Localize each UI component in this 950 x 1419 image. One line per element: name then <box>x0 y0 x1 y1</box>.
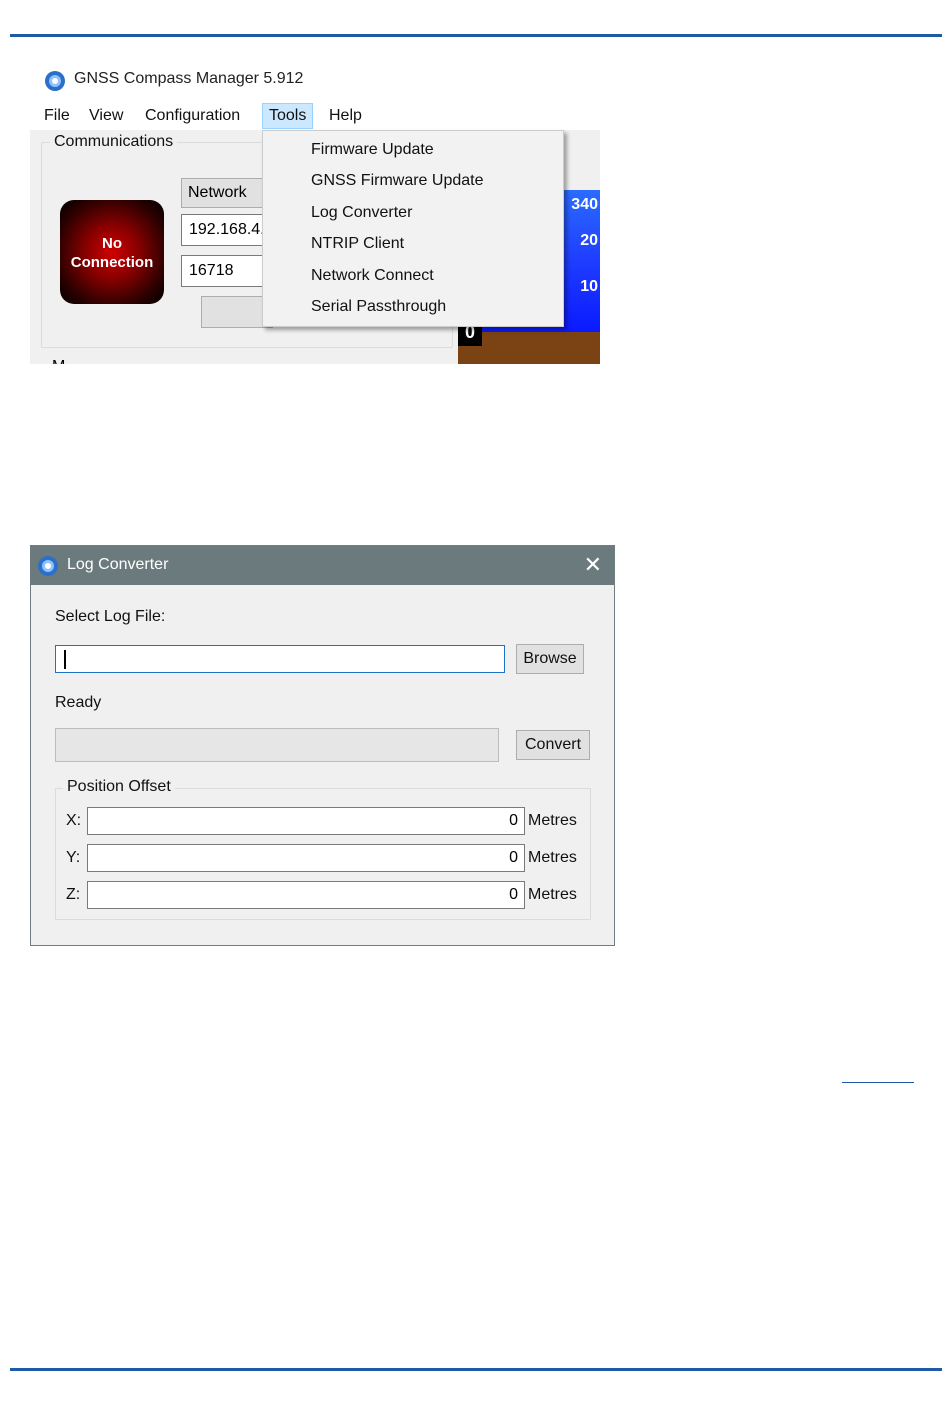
offset-z-field[interactable]: 0 <box>87 881 525 909</box>
menu-item-gnss-firmware-update[interactable]: GNSS Firmware Update <box>311 167 484 195</box>
gauge-tick: 340 <box>571 196 598 213</box>
offset-x-field[interactable]: 0 <box>87 807 525 835</box>
menu-item-serial-passthrough[interactable]: Serial Passthrough <box>311 293 446 321</box>
connection-status-line1: No <box>102 235 122 252</box>
offset-y-label: Y: <box>66 849 81 866</box>
status-text: Ready <box>55 694 102 711</box>
gauge-tick: 20 <box>580 232 598 249</box>
dialog-title-bar: Log Converter ✕ <box>31 546 614 585</box>
bottom-rule <box>10 1368 942 1371</box>
log-file-input[interactable] <box>55 645 505 673</box>
gauge-tick: 10 <box>580 278 598 295</box>
partial-section-label: M <box>52 358 65 364</box>
ip-address-field[interactable]: 192.168.4. <box>181 214 272 246</box>
window-title: GNSS Compass Manager 5.912 <box>74 70 304 87</box>
offset-x-unit: Metres <box>528 812 577 829</box>
menu-bar: File View Configuration Tools Help <box>30 102 600 130</box>
offset-x-label: X: <box>66 812 82 829</box>
menu-view[interactable]: View <box>83 104 129 128</box>
position-offset-label: Position Offset <box>63 778 175 796</box>
gnss-manager-window: GNSS Compass Manager 5.912 File View Con… <box>30 58 600 364</box>
app-logo-icon <box>37 555 59 582</box>
text-caret <box>64 650 66 669</box>
menu-item-ntrip-client[interactable]: NTRIP Client <box>311 230 404 258</box>
connection-status-button[interactable]: No Connection <box>60 200 164 304</box>
menu-tools[interactable]: Tools <box>262 103 314 129</box>
offset-z-label: Z: <box>66 886 81 903</box>
menu-item-firmware-update[interactable]: Firmware Update <box>311 136 434 164</box>
top-rule <box>10 34 942 37</box>
select-log-file-label: Select Log File: <box>55 608 166 625</box>
log-converter-dialog: Log Converter ✕ Select Log File: Browse … <box>30 545 615 946</box>
connection-status-line2: Connection <box>70 254 154 271</box>
app-logo-icon <box>44 70 66 97</box>
conversion-progress-bar <box>55 728 499 762</box>
port-field[interactable]: 16718 <box>181 255 272 287</box>
dialog-title: Log Converter <box>67 556 169 573</box>
menu-configuration[interactable]: Configuration <box>139 104 246 128</box>
close-icon[interactable]: ✕ <box>584 552 602 578</box>
convert-button[interactable]: Convert <box>516 730 590 760</box>
menu-file[interactable]: File <box>38 104 76 128</box>
menu-help[interactable]: Help <box>323 104 368 128</box>
link-underline[interactable] <box>842 1082 914 1083</box>
offset-y-field[interactable]: 0 <box>87 844 525 872</box>
communications-label: Communications <box>50 133 178 151</box>
menu-item-log-converter[interactable]: Log Converter <box>311 199 412 227</box>
offset-z-unit: Metres <box>528 886 577 903</box>
menu-item-network-connect[interactable]: Network Connect <box>311 262 434 290</box>
offset-y-unit: Metres <box>528 849 577 866</box>
browse-button[interactable]: Browse <box>516 644 584 674</box>
tools-dropdown-menu: Firmware Update GNSS Firmware Update Log… <box>262 130 564 327</box>
title-bar: GNSS Compass Manager 5.912 <box>30 58 600 102</box>
